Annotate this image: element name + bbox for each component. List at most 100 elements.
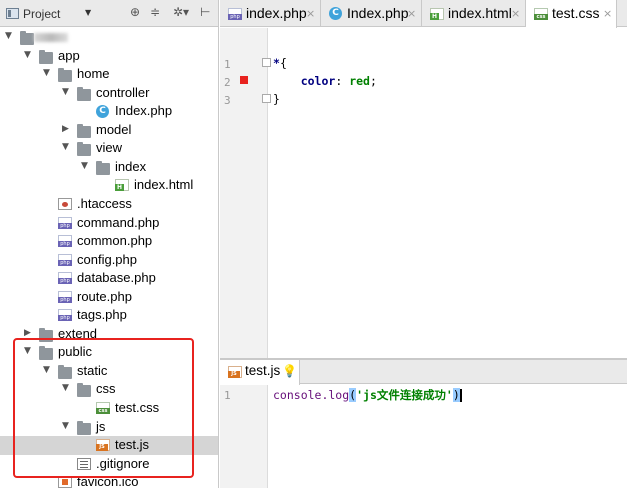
folder-icon [58, 68, 72, 83]
fold-marker-icon[interactable] [262, 58, 271, 67]
tree-item-label: command.php [77, 214, 160, 230]
js-editor-tab-bar: test.js 💡 [220, 360, 627, 385]
php-file-icon [58, 272, 72, 285]
close-icon[interactable]: × [511, 7, 520, 20]
code-line[interactable]: console.log('js文件连接成功') [273, 387, 462, 403]
tree-item-label: database.php [77, 270, 156, 286]
class-file-icon: C [96, 105, 109, 119]
chevron-down-icon[interactable]: ▼ [81, 161, 88, 171]
hide-panel-icon[interactable]: ⊢ [200, 5, 210, 19]
tab-label: test.js [245, 363, 281, 378]
code-token: } [273, 92, 280, 106]
close-icon[interactable]: × [306, 7, 315, 20]
redacted-project-name [34, 33, 68, 42]
tree-item-index-html[interactable]: index.html [0, 176, 218, 195]
close-icon[interactable]: × [407, 7, 416, 20]
folder-icon [77, 142, 91, 157]
tree-item-common-php[interactable]: common.php [0, 232, 218, 251]
tree-item-model[interactable]: ▶ model [0, 121, 218, 140]
tab-index-html[interactable]: index.html × [422, 0, 526, 27]
line-number: 1 [224, 389, 231, 402]
tab-label: test.css [552, 5, 600, 21]
tab-label: index.html [448, 5, 512, 21]
tree-item-view[interactable]: ▼ view [0, 139, 218, 158]
php-file-icon [228, 8, 242, 20]
tree-item-app[interactable]: ▼ app [0, 47, 218, 66]
chevron-right-icon[interactable]: ▶ [62, 124, 69, 134]
tree-item-label: view [96, 140, 123, 156]
code-token: red [349, 74, 370, 88]
html-file-icon [115, 179, 129, 192]
code-token: : [335, 74, 350, 88]
tree-item-label: config.php [77, 251, 137, 267]
tab-index-class-php[interactable]: C Index.php × [321, 0, 422, 27]
code-line[interactable]: } [273, 92, 280, 106]
tree-item-label: app [58, 47, 80, 63]
tree-item-index-php[interactable]: C Index.php [0, 102, 218, 121]
gear-icon[interactable]: ✲▾ [173, 5, 189, 19]
chevron-down-icon[interactable]: ▼ [85, 8, 91, 17]
tree-item-label: common.php [77, 233, 153, 249]
tab-overflow[interactable] [617, 0, 627, 27]
php-file-icon [58, 216, 72, 229]
tree-item-index[interactable]: ▼ index [0, 158, 218, 177]
chevron-down-icon[interactable]: ▼ [62, 142, 69, 152]
tree-item-label: index.html [134, 177, 194, 193]
chevron-down-icon[interactable]: ▼ [43, 68, 50, 78]
tree-item-label: tags.php [77, 307, 127, 323]
close-icon[interactable]: × [603, 7, 612, 20]
project-panel-header: Project ▼ ⊕ ≑ ✲▾ ⊢ [0, 0, 218, 27]
project-view-selector[interactable]: Project [23, 7, 60, 21]
folder-icon [77, 86, 91, 101]
code-token: ; [369, 74, 377, 88]
tree-item-root[interactable]: ▼ [0, 28, 218, 47]
lightbulb-icon[interactable]: 💡 [282, 364, 297, 378]
css-editor[interactable]: 1 *{2 color: red; 3} [220, 28, 627, 360]
tree-item-label: home [77, 66, 110, 82]
php-file-icon [58, 309, 72, 322]
tree-item-tags-php[interactable]: tags.php [0, 306, 218, 325]
php-file-icon [58, 290, 72, 303]
project-tool-window: Project ▼ ⊕ ≑ ✲▾ ⊢ ▼ ▼ app ▼ home ▼ controller… [0, 0, 219, 488]
tree-item-config-php[interactable]: config.php [0, 251, 218, 270]
tree-item-label: .htaccess [77, 195, 132, 211]
chevron-down-icon[interactable]: ▼ [62, 87, 69, 97]
folder-icon [20, 31, 34, 45]
tab-label: Index.php [347, 5, 409, 21]
tree-item-label: model [96, 121, 132, 137]
tab-index-php[interactable]: index.php × [220, 0, 321, 27]
highlight-annotation-box [13, 338, 194, 478]
color-swatch-icon[interactable] [240, 76, 248, 84]
code-token: console.log [273, 388, 350, 402]
code-line[interactable]: *{ [273, 56, 287, 70]
tree-item-route-php[interactable]: route.php [0, 288, 218, 307]
line-number: 3 [224, 94, 231, 107]
tree-item-label: Index.php [115, 103, 173, 119]
sync-icon[interactable]: ⊕ [130, 5, 140, 19]
tree-item-home[interactable]: ▼ home [0, 65, 218, 84]
tree-item-command-php[interactable]: command.php [0, 214, 218, 233]
chevron-down-icon[interactable]: ▼ [24, 50, 31, 60]
js-editor[interactable]: 1 console.log('js文件连接成功') [220, 385, 627, 488]
tab-label: index.php [246, 5, 307, 21]
project-view-icon [6, 8, 19, 19]
tab-test-js[interactable]: test.js 💡 [220, 360, 300, 385]
tab-test-css[interactable]: test.css × [526, 0, 617, 28]
tree-item-database-php[interactable]: database.php [0, 269, 218, 288]
editor-tab-bar: index.php × C Index.php × index.html × t… [220, 0, 627, 28]
tree-item--htaccess[interactable]: .htaccess [0, 195, 218, 214]
tree-item-controller[interactable]: ▼ controller [0, 84, 218, 103]
php-file-icon [58, 235, 72, 248]
code-line[interactable]: color: red; [273, 74, 377, 88]
collapse-all-icon[interactable]: ≑ [150, 5, 160, 19]
text-caret [459, 389, 462, 402]
code-token: { [279, 56, 287, 70]
code-token: 'js文件连接成功' [356, 388, 453, 402]
php-file-icon [58, 253, 72, 266]
chevron-right-icon[interactable]: ▶ [24, 328, 31, 338]
line-number: 1 [224, 58, 231, 71]
chevron-down-icon[interactable]: ▼ [5, 31, 12, 41]
htaccess-file-icon [58, 197, 72, 210]
fold-marker-icon[interactable] [262, 94, 271, 103]
